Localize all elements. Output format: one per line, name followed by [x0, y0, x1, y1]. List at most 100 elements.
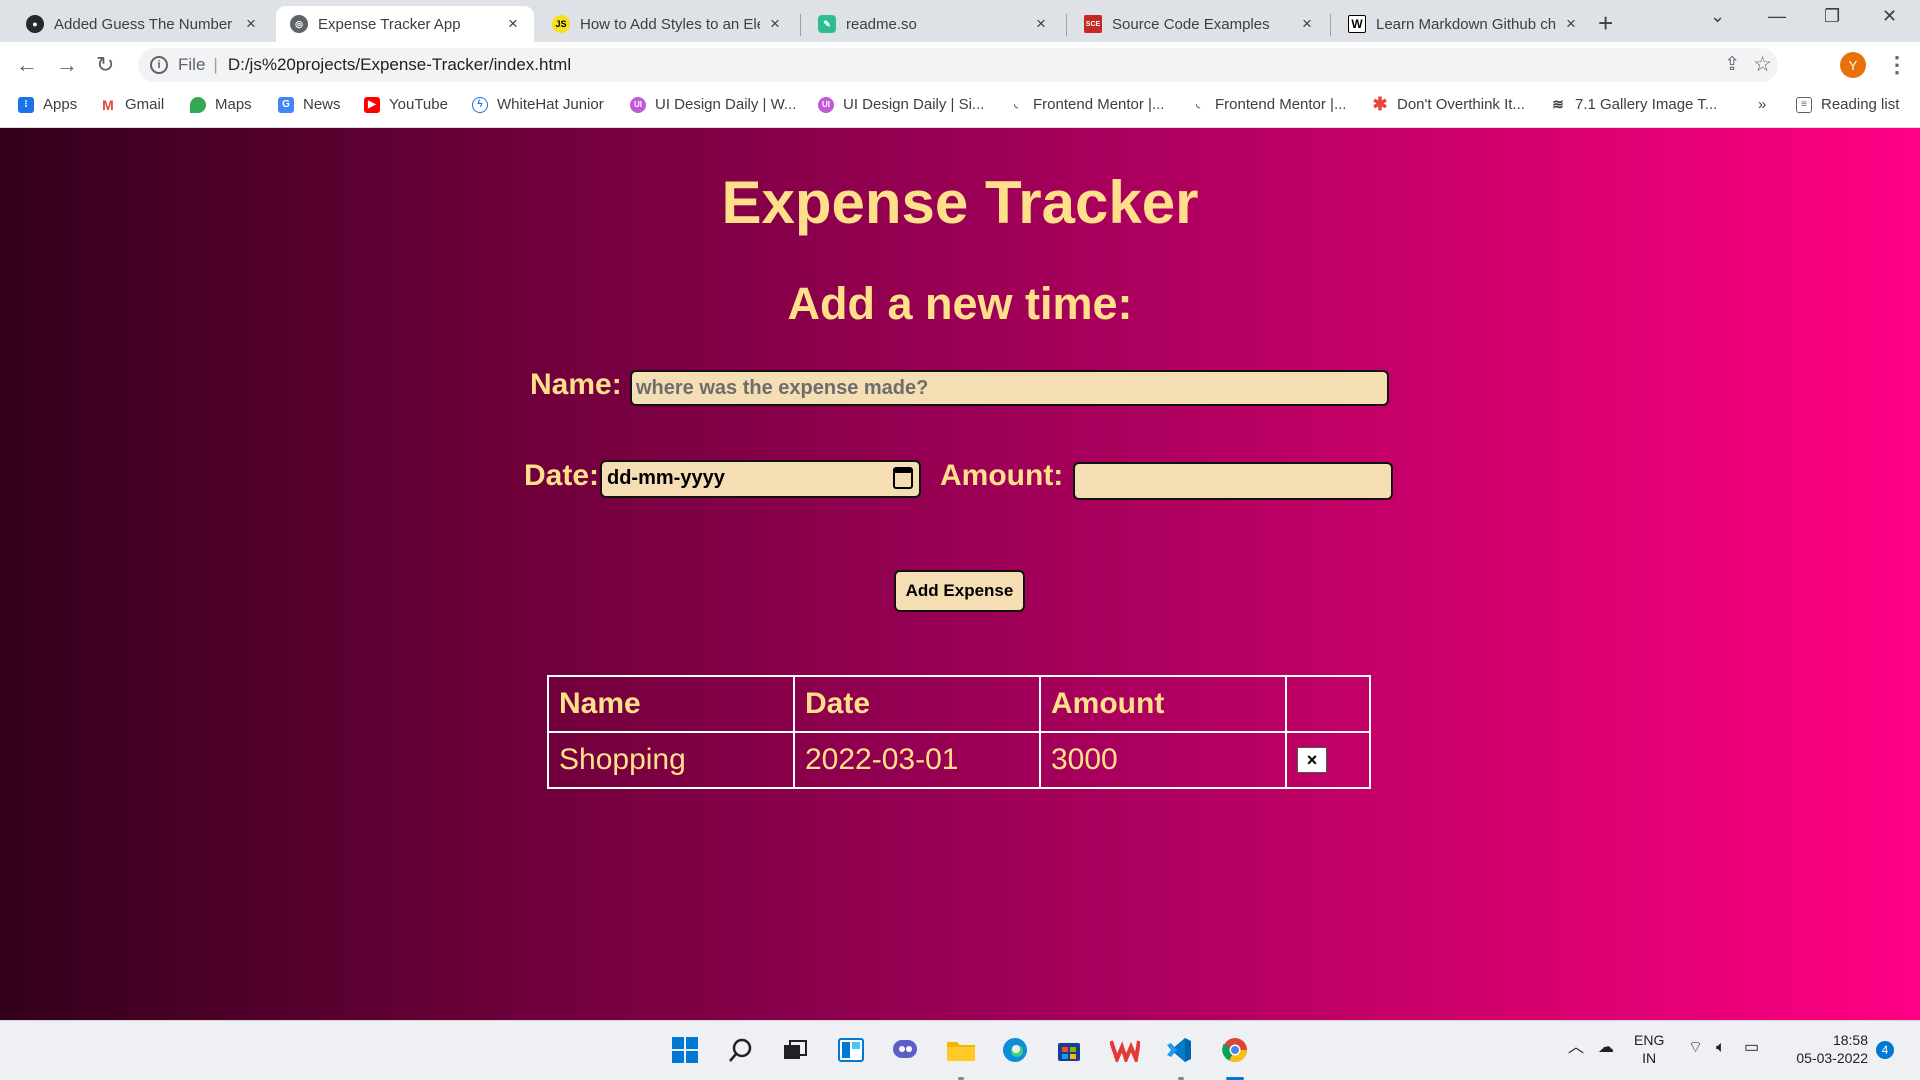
profile-avatar[interactable]: Y: [1840, 52, 1866, 78]
file-explorer-icon[interactable]: [944, 1033, 978, 1067]
minimize-button[interactable]: —: [1768, 6, 1786, 27]
bookmark-whitehat[interactable]: ϟ WhiteHat Junior: [472, 96, 604, 113]
info-icon[interactable]: i: [150, 56, 168, 74]
address-url[interactable]: D:/js%20projects/Expense-Tracker/index.h…: [228, 55, 571, 75]
tab-title: How to Add Styles to an Ele: [580, 15, 760, 33]
language-indicator[interactable]: ENG IN: [1634, 1031, 1664, 1067]
page-title: Expense Tracker: [721, 169, 1199, 236]
bookmark-frontend-mentor-2[interactable]: ◟ Frontend Mentor |...: [1190, 96, 1346, 113]
tab-source-code-examples[interactable]: SCE Source Code Examples ×: [1070, 6, 1328, 42]
chat-icon[interactable]: [888, 1033, 922, 1067]
menu-icon[interactable]: ⋮: [1886, 52, 1908, 78]
tray-chevron-icon[interactable]: ︿: [1568, 1039, 1584, 1057]
restore-button[interactable]: ❐: [1824, 6, 1840, 27]
cell-date: 2022-03-01: [793, 731, 1041, 789]
close-icon[interactable]: ×: [1562, 14, 1580, 34]
bookmark-news[interactable]: G News: [278, 96, 341, 113]
bookmark-ui-design-daily-1[interactable]: UI UI Design Daily | W...: [630, 96, 796, 113]
close-icon[interactable]: ×: [1298, 14, 1316, 34]
wifi-icon[interactable]: ⌔: [1688, 1039, 1703, 1057]
close-icon[interactable]: ×: [242, 14, 260, 34]
bookmark-label: WhiteHat Junior: [497, 96, 604, 113]
onedrive-icon[interactable]: ☁: [1598, 1039, 1614, 1057]
tab-learn-markdown[interactable]: W Learn Markdown Github ch ×: [1334, 6, 1592, 42]
bookmark-label: Frontend Mentor |...: [1033, 96, 1165, 113]
gmail-icon: M: [100, 96, 116, 113]
page-subtitle: Add a new time:: [787, 278, 1133, 329]
tab-guess-number[interactable]: ● Added Guess The Number ×: [12, 6, 272, 42]
bookmark-youtube[interactable]: ▶ YouTube: [364, 96, 448, 113]
delete-expense-button[interactable]: ×: [1297, 747, 1327, 773]
tab-strip: ● Added Guess The Number × ◎ Expense Tra…: [0, 0, 1920, 42]
calendar-icon[interactable]: [893, 467, 913, 489]
tab-title: Source Code Examples: [1112, 15, 1270, 33]
w-icon: W: [1348, 15, 1366, 33]
tab-search-icon[interactable]: ⌄: [1710, 6, 1725, 27]
close-icon[interactable]: ×: [766, 14, 784, 34]
youtube-icon: ▶: [364, 96, 380, 113]
column-header-actions: [1285, 675, 1371, 733]
share-icon[interactable]: ⇪: [1724, 53, 1740, 76]
chrome-icon[interactable]: [1218, 1033, 1252, 1067]
overflow-chevron-icon: »: [1758, 96, 1767, 113]
bookmark-gmail[interactable]: M Gmail: [100, 96, 164, 113]
task-view-icon[interactable]: [778, 1033, 812, 1067]
date-placeholder: dd-mm-yyyy: [607, 467, 725, 489]
bookmark-label: Frontend Mentor |...: [1215, 96, 1347, 113]
tab-title: readme.so: [846, 15, 917, 33]
date-input[interactable]: dd-mm-yyyy: [600, 460, 921, 498]
clock[interactable]: 18:58 05-03-2022: [1786, 1031, 1868, 1067]
bookmark-apps[interactable]: ⁝ Apps: [18, 96, 77, 113]
cell-actions: ×: [1285, 731, 1371, 789]
store-icon[interactable]: [1052, 1033, 1086, 1067]
edge-icon[interactable]: [998, 1033, 1032, 1067]
reading-list-button[interactable]: ≡ Reading list: [1796, 96, 1899, 113]
asterisk-icon: ✱: [1372, 94, 1388, 114]
add-expense-button[interactable]: Add Expense: [894, 570, 1025, 612]
vscode-icon[interactable]: [1162, 1033, 1196, 1067]
widgets-icon[interactable]: [834, 1033, 868, 1067]
bookmark-label: UI Design Daily | Si...: [843, 96, 985, 113]
new-tab-button[interactable]: +: [1598, 8, 1613, 39]
wps-office-icon[interactable]: [1108, 1033, 1142, 1067]
globe-icon: ◎: [290, 15, 308, 33]
tab-title: Added Guess The Number: [54, 15, 233, 33]
tab-readme-so[interactable]: ✎ readme.so ×: [804, 6, 1062, 42]
reading-list-icon: ≡: [1796, 96, 1812, 113]
bookmark-ui-design-daily-2[interactable]: UI UI Design Daily | Si...: [818, 96, 984, 113]
close-icon[interactable]: ×: [504, 14, 522, 34]
bookmark-star-icon[interactable]: ☆: [1753, 52, 1772, 77]
battery-icon[interactable]: ▭: [1744, 1039, 1759, 1057]
amount-input[interactable]: [1073, 462, 1393, 500]
reload-icon[interactable]: ↻: [96, 52, 114, 78]
bookmark-label: Apps: [43, 96, 78, 113]
table-header-row: Name Date Amount: [547, 675, 1371, 733]
address-bar[interactable]: i File | D:/js%20projects/Expense-Tracke…: [138, 48, 1778, 82]
cell-amount: 3000: [1039, 731, 1287, 789]
bookmark-frontend-mentor-1[interactable]: ◟ Frontend Mentor |...: [1008, 96, 1164, 113]
news-icon: G: [278, 96, 294, 113]
back-icon[interactable]: ←: [16, 52, 38, 78]
close-window-button[interactable]: ✕: [1882, 6, 1897, 27]
github-icon: ●: [26, 15, 44, 33]
column-header-name: Name: [547, 675, 795, 733]
tab-add-styles[interactable]: JS How to Add Styles to an Ele ×: [538, 6, 796, 42]
name-input[interactable]: [630, 370, 1389, 406]
bookmark-maps[interactable]: Maps: [190, 96, 252, 113]
bookmark-gallery-image[interactable]: ≋ 7.1 Gallery Image T...: [1550, 96, 1717, 113]
bookmark-label: 7.1 Gallery Image T...: [1575, 96, 1718, 113]
forward-icon[interactable]: →: [56, 52, 78, 78]
windows-start-icon[interactable]: [668, 1033, 702, 1067]
notification-badge[interactable]: 4: [1876, 1041, 1894, 1059]
volume-icon[interactable]: 🔈︎: [1716, 1039, 1726, 1057]
lang-text: ENG: [1634, 1032, 1665, 1048]
bookmark-dont-overthink[interactable]: ✱ Don't Overthink It...: [1372, 94, 1524, 114]
tab-title: Expense Tracker App: [318, 15, 461, 33]
apps-grid-icon: ⁝: [18, 96, 34, 113]
search-icon[interactable]: [724, 1033, 758, 1067]
bookmarks-overflow-button[interactable]: »: [1758, 96, 1766, 113]
close-icon[interactable]: ×: [1032, 14, 1050, 34]
tab-expense-tracker[interactable]: ◎ Expense Tracker App ×: [276, 6, 534, 42]
bookmarks-bar: ⁝ Apps M Gmail Maps G News ▶ YouTube ϟ W…: [0, 88, 1920, 128]
frontend-mentor-icon: ◟: [1014, 99, 1018, 110]
